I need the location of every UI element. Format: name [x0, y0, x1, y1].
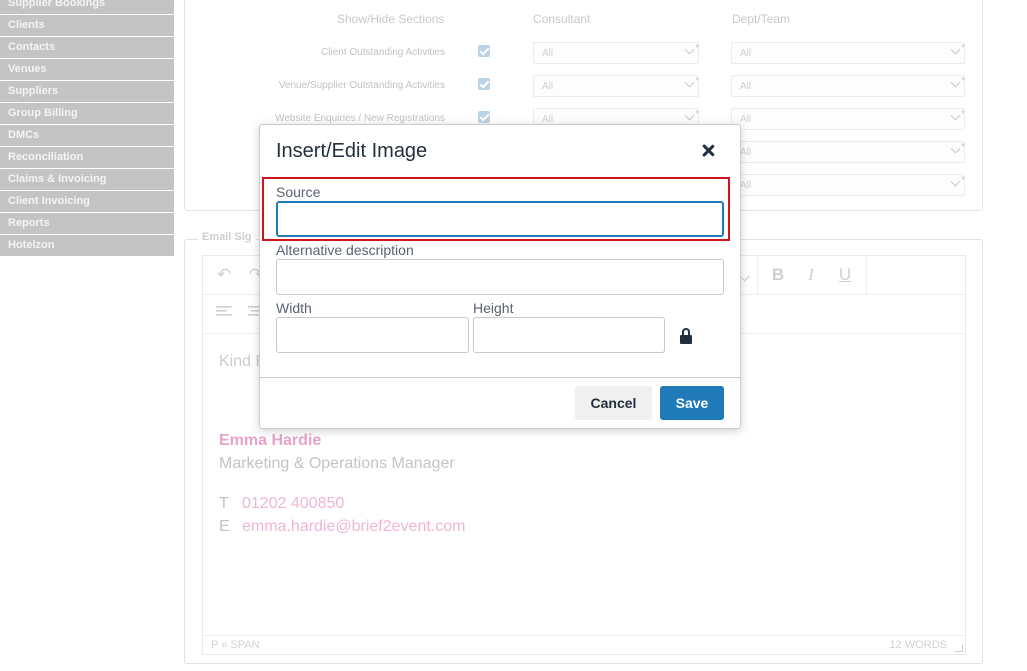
row-label-venue-activities: Venue/Supplier Outstanding Activities — [278, 80, 445, 91]
select-value: All — [542, 48, 554, 59]
chevron-down-icon — [950, 143, 961, 154]
signature-email[interactable]: emma.hardie@brief2event.com — [242, 518, 465, 536]
chevron-down-icon — [684, 110, 695, 121]
chevron-down-icon — [950, 77, 961, 88]
required-asterisk: * — [961, 109, 965, 120]
checkbox-venue-activities[interactable] — [478, 78, 490, 90]
dept-select-row-4[interactable]: All * — [731, 141, 965, 163]
undo-icon[interactable]: ↶ — [213, 264, 235, 286]
sidebar-item-reconciliation[interactable]: Reconciliation — [0, 147, 174, 168]
sidebar-item-dmcs[interactable]: DMCs — [0, 125, 174, 146]
cancel-button[interactable]: Cancel — [575, 386, 652, 420]
email-prefix: E — [219, 518, 230, 535]
select-value: All — [542, 81, 554, 92]
chevron-down-icon — [950, 176, 961, 187]
signature-name: Emma Hardie — [219, 432, 322, 449]
editor-statusbar: P » SPAN 12 WORDS — [203, 635, 965, 654]
required-asterisk: * — [695, 76, 699, 87]
height-input[interactable] — [473, 317, 665, 353]
insert-edit-image-dialog: Insert/Edit Image Source Alternative des… — [259, 124, 741, 429]
sidebar-item-claims-invoicing[interactable]: Claims & Invoicing — [0, 169, 174, 190]
lock-body — [680, 335, 692, 344]
checkbox-client-activities[interactable] — [478, 45, 490, 57]
sidebar-item-supplier-bookings[interactable]: Supplier Bookings — [0, 0, 174, 14]
select-value: All — [740, 147, 752, 158]
alt-description-label: Alternative description — [276, 242, 414, 258]
align-left-icon-glyph — [216, 306, 232, 316]
required-asterisk: * — [961, 76, 965, 87]
checkbox-website-enquiries[interactable] — [478, 111, 490, 123]
sidebar-item-suppliers[interactable]: Suppliers — [0, 81, 174, 102]
required-asterisk: * — [961, 142, 965, 153]
row-label-client-activities: Client Outstanding Activities — [321, 47, 445, 58]
width-input[interactable] — [276, 317, 469, 353]
sidebar-item-client-invoicing[interactable]: Client Invoicing — [0, 191, 174, 212]
select-value: All — [740, 48, 752, 59]
row-label-website-enquiries: Website Enquiries / New Registrations — [275, 113, 445, 124]
sidebar-item-hotelzon[interactable]: Hotelzon — [0, 235, 174, 256]
height-label: Height — [473, 300, 514, 316]
sidebar-item-contacts[interactable]: Contacts — [0, 37, 174, 58]
dept-select-website-enquiries[interactable]: All * — [731, 108, 965, 130]
dialog-footer-divider — [260, 377, 740, 378]
consultant-select-client-activities[interactable]: All * — [533, 42, 699, 64]
width-label: Width — [276, 300, 312, 316]
email-signature-legend: Email Sig — [198, 231, 256, 243]
dept-select-client-activities[interactable]: All * — [731, 42, 965, 64]
dialog-title: Insert/Edit Image — [276, 140, 428, 162]
sidebar-item-group-billing[interactable]: Group Billing — [0, 103, 174, 124]
underline-button[interactable]: U — [834, 264, 856, 286]
select-value: All — [740, 81, 752, 92]
toolbar-divider — [866, 256, 867, 294]
chevron-down-icon — [950, 44, 961, 55]
save-button[interactable]: Save — [660, 386, 724, 420]
bold-button[interactable]: B — [767, 264, 789, 286]
required-asterisk: * — [961, 43, 965, 54]
chevron-down-icon — [684, 77, 695, 88]
select-value: All — [740, 180, 752, 191]
close-icon[interactable] — [697, 140, 719, 162]
required-asterisk: * — [961, 175, 965, 186]
signature-phone[interactable]: 01202 400850 — [242, 495, 344, 513]
phone-prefix: T — [219, 495, 229, 512]
dept-select-venue-activities[interactable]: All * — [731, 75, 965, 97]
toolbar-divider — [757, 256, 758, 294]
dept-team-header: Dept/Team — [732, 12, 791, 26]
signature-job-title: Marketing & Operations Manager — [219, 455, 455, 472]
sidebar-nav: Supplier Bookings Clients Contacts Venue… — [0, 0, 174, 257]
chevron-down-icon — [950, 110, 961, 121]
source-label: Source — [276, 184, 321, 200]
align-left-icon[interactable] — [213, 303, 235, 325]
sidebar-item-clients[interactable]: Clients — [0, 15, 174, 36]
lock-icon[interactable] — [680, 328, 692, 344]
select-value: All — [740, 114, 752, 125]
sidebar-item-venues[interactable]: Venues — [0, 59, 174, 80]
word-count: 12 WORDS — [889, 639, 947, 651]
consultant-header: Consultant — [533, 12, 591, 26]
required-asterisk: * — [695, 43, 699, 54]
show-hide-header: Show/Hide Sections — [337, 12, 445, 26]
sidebar-item-reports[interactable]: Reports — [0, 213, 174, 234]
source-input[interactable] — [276, 201, 724, 237]
dept-select-row-5[interactable]: All * — [731, 174, 965, 196]
italic-button[interactable]: I — [800, 264, 822, 286]
required-asterisk: * — [695, 109, 699, 120]
chevron-down-icon — [684, 44, 695, 55]
consultant-select-venue-activities[interactable]: All * — [533, 75, 699, 97]
alt-description-input[interactable] — [276, 259, 724, 295]
element-path: P » SPAN — [211, 639, 260, 651]
resize-handle-icon[interactable] — [955, 644, 963, 652]
